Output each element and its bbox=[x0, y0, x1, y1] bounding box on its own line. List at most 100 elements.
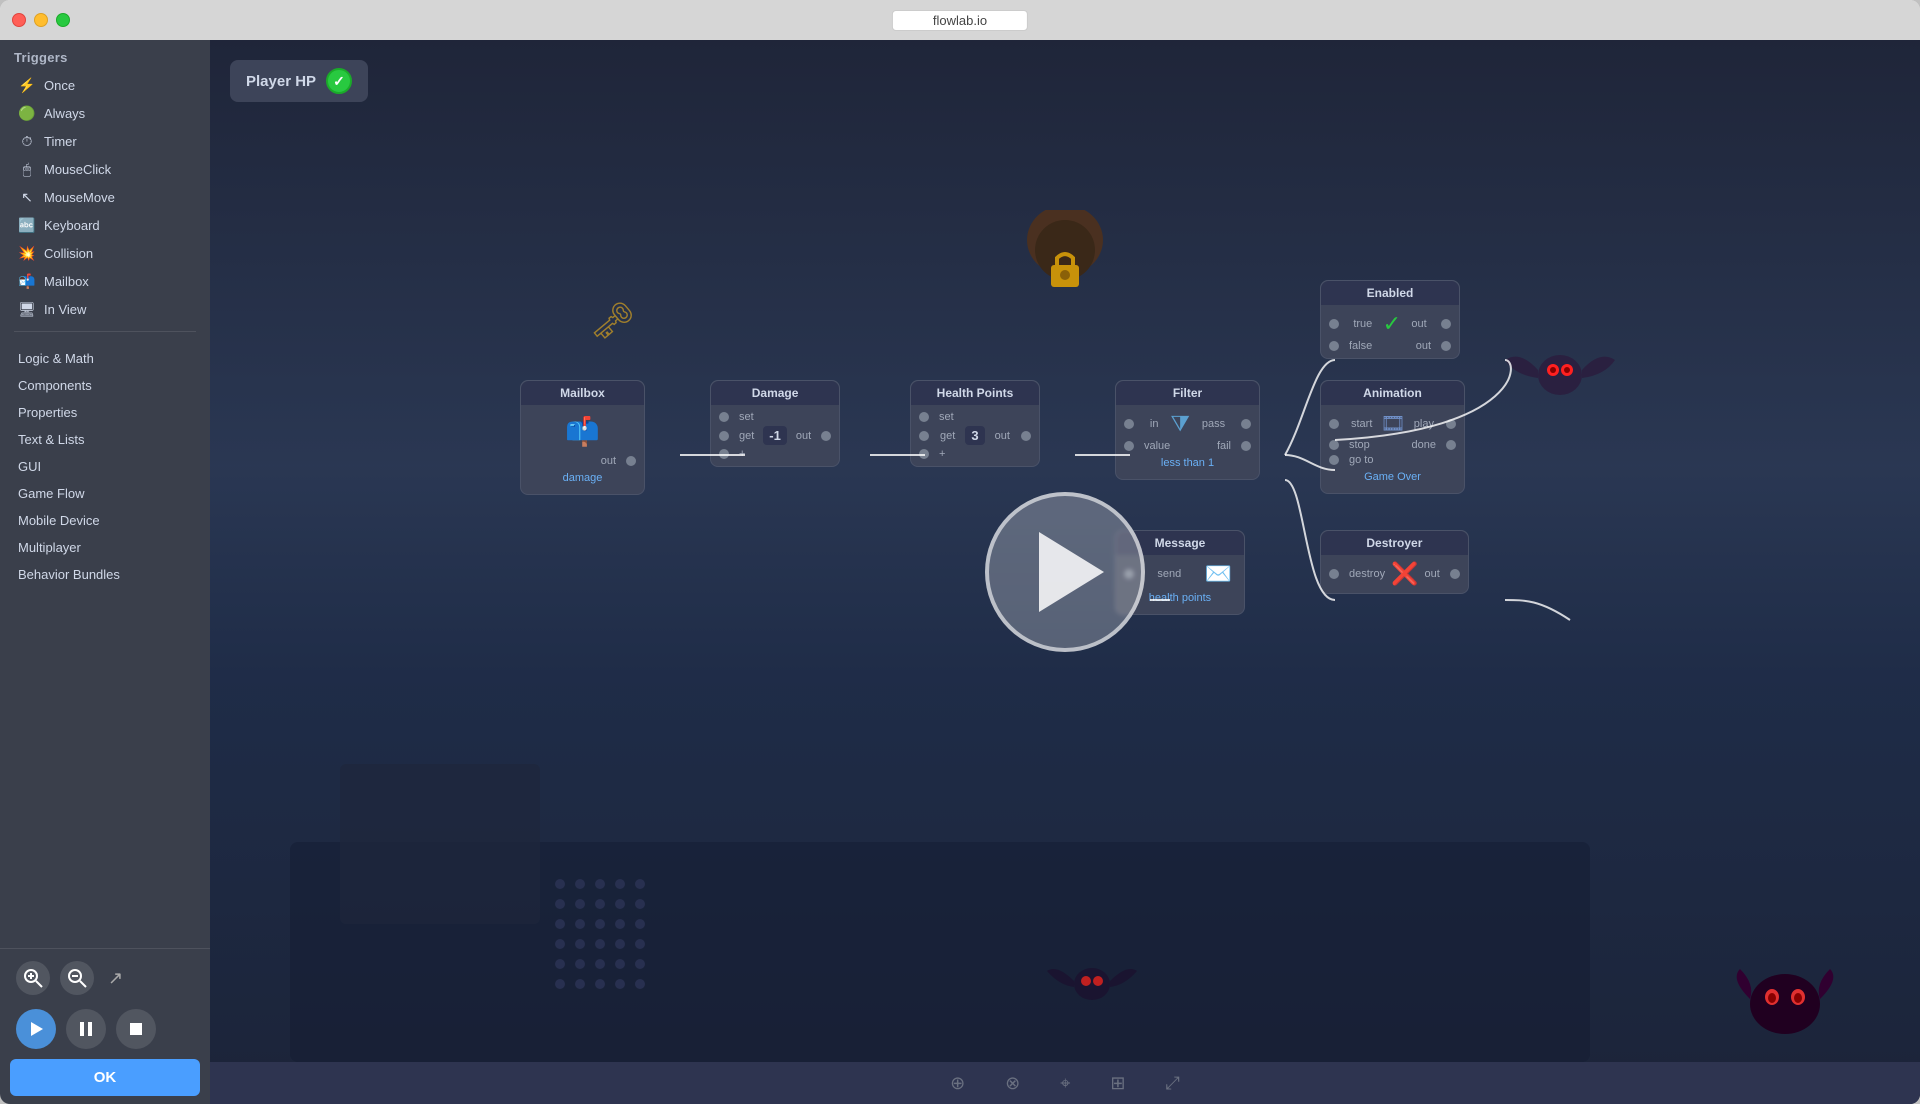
category-list: Logic & Math Components Properties Text … bbox=[0, 340, 210, 948]
filter-fail-port bbox=[1241, 441, 1251, 451]
enabled-out-label1: out bbox=[1411, 318, 1426, 330]
platform-box-left bbox=[340, 764, 540, 924]
sidebar-item-once[interactable]: ⚡ Once bbox=[4, 71, 206, 99]
zoom-out-button[interactable] bbox=[60, 961, 94, 995]
damage-set-row: set bbox=[719, 411, 831, 423]
ok-button[interactable]: OK bbox=[10, 1059, 200, 1096]
toolbar-icon-2[interactable]: ⊗ bbox=[1005, 1073, 1020, 1094]
hp-get-row: get 3 out bbox=[919, 426, 1031, 445]
sidebar-divider bbox=[14, 331, 196, 332]
destroyer-destroy-row: destroy ❌ out bbox=[1329, 561, 1460, 587]
animation-node[interactable]: Animation start 🎞 play stop done bbox=[1320, 380, 1465, 494]
filter-node[interactable]: Filter in ⧩ pass value fail bbox=[1115, 380, 1260, 480]
sidebar-item-always-label: Always bbox=[44, 106, 85, 121]
destroyer-node[interactable]: Destroyer destroy ❌ out bbox=[1320, 530, 1469, 594]
destroyer-destroy-label: destroy bbox=[1349, 568, 1385, 580]
mailbox-node[interactable]: Mailbox 📫 out damage bbox=[520, 380, 645, 495]
stop-button[interactable] bbox=[116, 1009, 156, 1049]
damage-set-port bbox=[719, 412, 729, 422]
close-button[interactable] bbox=[12, 13, 26, 27]
sidebar-item-mousemove-label: MouseMove bbox=[44, 190, 115, 205]
collision-icon: 💥 bbox=[18, 244, 36, 262]
sidebar-item-always[interactable]: 🟢 Always bbox=[4, 99, 206, 127]
hp-plus-row: + bbox=[919, 448, 1031, 460]
dark-creature bbox=[1730, 949, 1840, 1054]
mailbox-out-label: out bbox=[601, 455, 616, 467]
bat-creature-2 bbox=[1047, 939, 1137, 1024]
enabled-false-port bbox=[1329, 341, 1339, 351]
message-send-label: send bbox=[1157, 568, 1181, 580]
filter-value-row: value fail bbox=[1124, 440, 1251, 452]
sidebar-item-gameflow[interactable]: Game Flow bbox=[4, 481, 206, 506]
filter-value-port bbox=[1124, 441, 1134, 451]
player-hp-tab[interactable]: Player HP ✓ bbox=[230, 60, 368, 102]
mailbox-out-port bbox=[626, 456, 636, 466]
toolbar-icon-5[interactable]: ⤢ bbox=[1166, 1073, 1180, 1094]
sidebar-item-behaviorbundles[interactable]: Behavior Bundles bbox=[4, 562, 206, 587]
sidebar: Triggers ⚡ Once 🟢 Always ⏱ Timer 🖱 Mouse… bbox=[0, 40, 210, 1104]
destroyer-out-port bbox=[1450, 569, 1460, 579]
animation-play-port bbox=[1446, 419, 1456, 429]
damage-node[interactable]: Damage set get -1 out bbox=[710, 380, 840, 467]
enabled-node-title: Enabled bbox=[1321, 281, 1459, 305]
canvas-area[interactable]: 🗝 bbox=[210, 40, 1920, 1104]
enabled-node[interactable]: Enabled true ✓ out false out bbox=[1320, 280, 1460, 359]
damage-node-title: Damage bbox=[711, 381, 839, 405]
mousemove-icon: ↖ bbox=[18, 188, 36, 206]
sidebar-item-components[interactable]: Components bbox=[4, 373, 206, 398]
hp-out-port bbox=[1021, 431, 1031, 441]
dot-pattern bbox=[550, 874, 720, 1014]
sidebar-item-timer-label: Timer bbox=[44, 134, 77, 149]
enabled-out2-port bbox=[1441, 341, 1451, 351]
mailbox-out-row: out bbox=[529, 455, 636, 467]
sidebar-item-timer[interactable]: ⏱ Timer bbox=[4, 127, 206, 155]
sidebar-item-logicmath[interactable]: Logic & Math bbox=[4, 346, 206, 371]
toolbar-icon-3[interactable]: ⌖ bbox=[1060, 1073, 1070, 1094]
sidebar-item-multiplayer[interactable]: Multiplayer bbox=[4, 535, 206, 560]
mailbox-icon: 📬 bbox=[18, 272, 36, 290]
healthpoints-node[interactable]: Health Points set get 3 out bbox=[910, 380, 1040, 467]
animation-done-port bbox=[1446, 440, 1456, 450]
playback-controls bbox=[10, 1005, 200, 1053]
enabled-out-label2: out bbox=[1416, 340, 1431, 352]
pause-button[interactable] bbox=[66, 1009, 106, 1049]
sidebar-item-properties[interactable]: Properties bbox=[4, 400, 206, 425]
destroyer-destroy-port bbox=[1329, 569, 1339, 579]
bat-creature-1 bbox=[1500, 320, 1620, 425]
damage-get-row: get -1 out bbox=[719, 426, 831, 445]
sidebar-item-collision[interactable]: 💥 Collision bbox=[4, 239, 206, 267]
zoom-in-button[interactable] bbox=[16, 961, 50, 995]
zoom-controls: ↗ bbox=[10, 957, 200, 999]
sidebar-item-gui[interactable]: GUI bbox=[4, 454, 206, 479]
mailbox-node-title: Mailbox bbox=[521, 381, 644, 405]
filter-node-body: in ⧩ pass value fail less than 1 bbox=[1116, 405, 1259, 479]
play-button[interactable] bbox=[16, 1009, 56, 1049]
sidebar-item-keyboard[interactable]: 🔤 Keyboard bbox=[4, 211, 206, 239]
filter-node-title: Filter bbox=[1116, 381, 1259, 405]
filter-sub-label: less than 1 bbox=[1124, 455, 1251, 473]
damage-get-label: get bbox=[739, 430, 754, 442]
sidebar-item-mailbox[interactable]: 📬 Mailbox bbox=[4, 267, 206, 295]
damage-plus-row: + bbox=[719, 448, 831, 460]
sidebar-item-mobiledevice[interactable]: Mobile Device bbox=[4, 508, 206, 533]
minimize-button[interactable] bbox=[34, 13, 48, 27]
mailbox-node-icon: 📫 bbox=[529, 411, 636, 452]
timer-icon: ⏱ bbox=[18, 132, 36, 150]
sidebar-bottom: ↗ bbox=[0, 948, 210, 1104]
enabled-true-port bbox=[1329, 319, 1339, 329]
maximize-button[interactable] bbox=[56, 13, 70, 27]
play-overlay-button[interactable] bbox=[985, 492, 1145, 652]
damage-node-body: set get -1 out + bbox=[711, 405, 839, 466]
healthpoints-node-body: set get 3 out + bbox=[911, 405, 1039, 466]
healthpoints-node-title: Health Points bbox=[911, 381, 1039, 405]
enabled-false-label: false bbox=[1349, 340, 1372, 352]
destroyer-node-title: Destroyer bbox=[1321, 531, 1468, 555]
sidebar-item-textlists[interactable]: Text & Lists bbox=[4, 427, 206, 452]
sidebar-item-inview-label: In View bbox=[44, 302, 86, 317]
sidebar-item-mouseclick[interactable]: 🖱 MouseClick bbox=[4, 155, 206, 183]
toolbar-icon-1[interactable]: ⊕ bbox=[950, 1073, 965, 1094]
sidebar-item-mousemove[interactable]: ↖ MouseMove bbox=[4, 183, 206, 211]
toolbar-icon-4[interactable]: ⊞ bbox=[1110, 1073, 1125, 1094]
sidebar-item-inview[interactable]: 🖥 In View bbox=[4, 295, 206, 323]
filter-pass-label: pass bbox=[1202, 418, 1225, 430]
